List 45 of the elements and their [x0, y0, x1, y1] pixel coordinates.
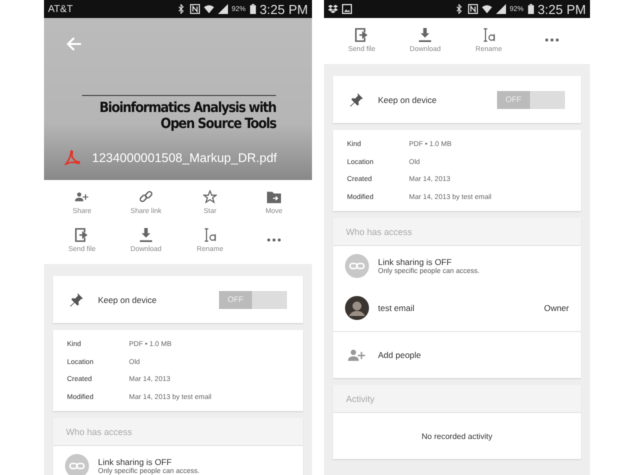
send-file-icon [354, 28, 369, 42]
clock: 3:25 PM [260, 2, 308, 16]
carrier-name: AT&T [48, 4, 73, 14]
battery-icon [250, 4, 256, 14]
folder-icon [267, 190, 281, 204]
link-sharing-status: Link sharing is OFF [378, 256, 453, 266]
signal-icon [218, 4, 228, 14]
back-arrow-icon[interactable] [66, 36, 82, 52]
wifi-icon [482, 4, 492, 14]
add-person-icon [75, 190, 89, 204]
pin-icon [69, 292, 84, 307]
bluetooth-icon [176, 4, 186, 14]
add-people-link[interactable]: Add people [378, 350, 422, 360]
empty-activity-message: No recorded activity [420, 430, 494, 443]
download-icon [418, 28, 432, 42]
keep-on-device-label: Keep on device [378, 94, 438, 104]
signal-icon [496, 4, 506, 14]
nfc-icon [468, 4, 478, 14]
rename-icon [482, 28, 496, 42]
download-icon [139, 228, 153, 242]
section-header: Who has access [53, 418, 303, 446]
person-role: Owner [544, 303, 569, 313]
keep-on-device-label: Keep on device [98, 294, 158, 304]
add-person-icon [348, 348, 366, 362]
battery-icon [528, 4, 534, 14]
star-icon [203, 190, 217, 204]
wifi-icon [204, 4, 214, 14]
link-sharing-status: Link sharing is OFF [98, 456, 173, 466]
box-logo-icon [328, 4, 338, 14]
section-header: Activity [333, 385, 581, 413]
file-name: 1234000001508_Markup_DR.pdf [92, 151, 277, 165]
bluetooth-icon [454, 4, 464, 14]
link-circle-icon [345, 254, 369, 278]
send-file-icon [75, 228, 89, 242]
pin-icon [349, 92, 364, 107]
avatar-icon [345, 296, 369, 320]
section-header: Who has access [333, 218, 581, 246]
rename-icon [203, 228, 217, 242]
person-name: test email [378, 303, 414, 313]
nfc-icon [190, 4, 200, 14]
pdf-icon [64, 150, 80, 166]
picture-icon [342, 4, 352, 14]
link-icon [139, 190, 153, 204]
clock: 3:25 PM [538, 2, 586, 16]
document-title: Bioinformatics Analysis with Open Source Tools [98, 100, 276, 132]
